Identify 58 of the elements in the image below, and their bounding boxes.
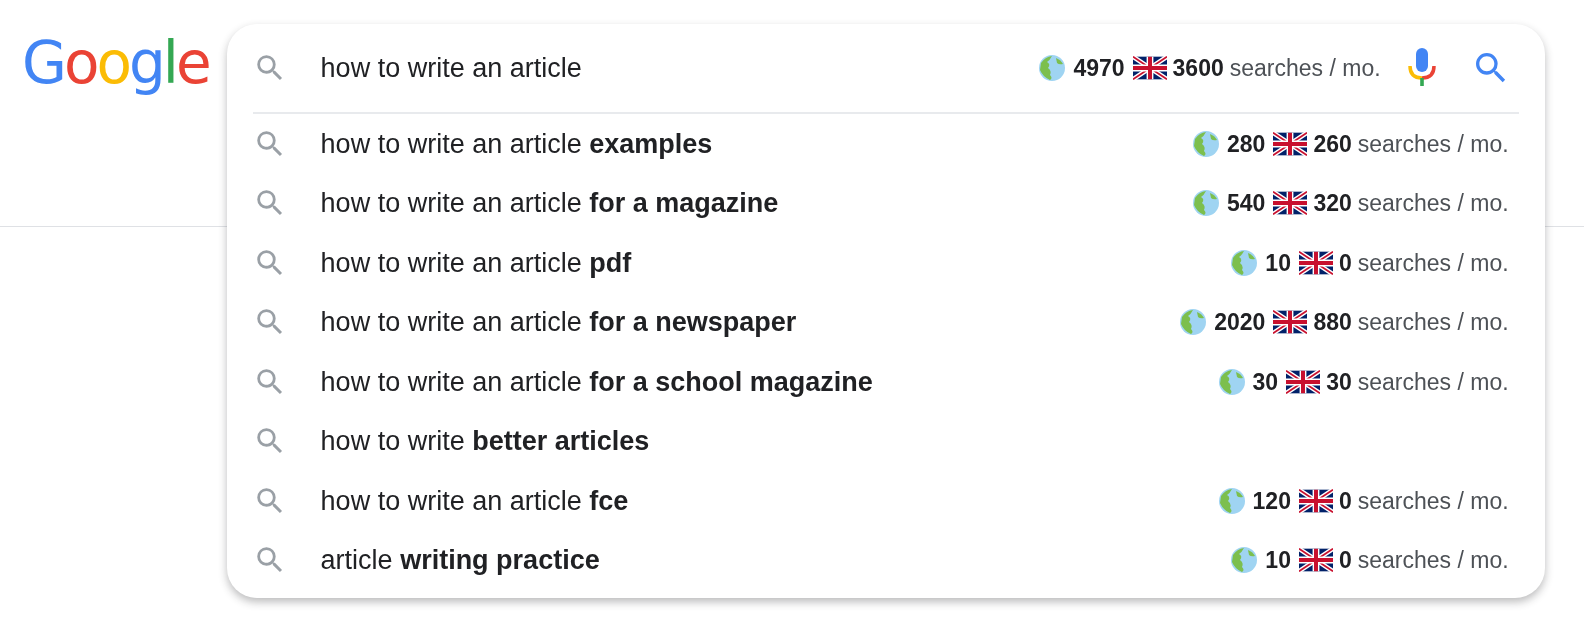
suggestion-item[interactable]: how to write an article for a magazine 540 320 searches / mo. xyxy=(252,173,1519,233)
uk-flag-icon xyxy=(1273,191,1308,216)
uk-search-count: 30 xyxy=(1326,367,1352,397)
global-search-count: 280 xyxy=(1227,129,1266,159)
suggestion-item[interactable]: how to write an article fce 120 0 searches / mo. xyxy=(252,471,1519,531)
suggestion-text: how to write an article for a newspaper xyxy=(320,306,798,339)
suggestion-text: how to write an article fce xyxy=(320,484,630,518)
global-search-count: 540 xyxy=(1227,189,1266,218)
uk-flag-icon xyxy=(1298,548,1333,573)
suggestion-text: article writing practice xyxy=(320,544,601,577)
searches-unit-label: searches / mo. xyxy=(1229,53,1381,83)
globe-icon xyxy=(1218,368,1245,395)
global-search-count: 120 xyxy=(1252,486,1291,516)
searches-unit-label: searches / mo. xyxy=(1357,248,1509,278)
globe-icon xyxy=(1231,249,1258,276)
suggestion-text: how to write an article for a magazine xyxy=(320,187,780,220)
uk-flag-icon xyxy=(1273,131,1308,156)
suggestion-item[interactable]: how to write an article examples 280 260 searches / mo. xyxy=(252,114,1519,174)
uk-search-count: 320 xyxy=(1313,189,1352,218)
global-search-count: 10 xyxy=(1265,546,1291,575)
searches-unit-label: searches / mo. xyxy=(1357,189,1509,218)
suggestion-item[interactable]: how to write better articles xyxy=(252,411,1519,471)
searches-unit-label: searches / mo. xyxy=(1357,546,1509,575)
uk-flag-icon xyxy=(1298,250,1333,275)
globe-icon xyxy=(1180,309,1207,336)
global-search-count: 10 xyxy=(1265,248,1291,278)
suggestion-text: how to write an article examples xyxy=(320,127,714,161)
suggestion-item[interactable]: how to write an article pdf 10 0 searches / mo. xyxy=(252,233,1519,293)
uk-flag-icon xyxy=(1286,369,1321,394)
searches-unit-label: searches / mo. xyxy=(1357,129,1509,159)
uk-flag-icon xyxy=(1298,488,1333,513)
suggestion-text: how to write better articles xyxy=(320,425,651,458)
uk-search-count: 0 xyxy=(1338,546,1352,575)
suggestion-text: how to write an article for a school magazine xyxy=(320,365,874,399)
uk-search-count: 0 xyxy=(1338,486,1352,516)
global-search-count: 2020 xyxy=(1214,308,1266,337)
globe-icon xyxy=(1231,547,1258,574)
suggestion-text: how to write an article pdf xyxy=(320,246,633,280)
uk-search-count: 260 xyxy=(1313,129,1352,159)
globe-icon xyxy=(1193,190,1219,217)
suggestion-item[interactable]: article writing practice 10 0 searches / mo. xyxy=(252,530,1519,590)
globe-icon xyxy=(1218,487,1245,514)
globe-icon xyxy=(1039,55,1066,81)
globe-icon xyxy=(1193,130,1219,157)
search-input[interactable]: how to write an article xyxy=(320,47,1040,89)
uk-flag-icon xyxy=(1273,310,1308,335)
uk-search-count: 0 xyxy=(1338,248,1352,278)
suggestion-item[interactable]: how to write an article for a school magazine 30 30 searches / mo. xyxy=(252,352,1519,412)
searches-unit-label: searches / mo. xyxy=(1357,308,1509,337)
uk-search-count: 3600 xyxy=(1172,53,1224,83)
global-search-count: 4970 xyxy=(1073,53,1125,83)
global-search-count: 30 xyxy=(1252,367,1279,397)
searches-unit-label: searches / mo. xyxy=(1357,367,1509,397)
microphone-icon[interactable] xyxy=(1406,48,1437,88)
uk-search-count: 880 xyxy=(1313,308,1352,337)
uk-flag-icon xyxy=(1132,56,1167,80)
searches-unit-label: searches / mo. xyxy=(1357,486,1509,516)
suggestion-item[interactable]: how to write an article for a newspaper 2020 880 searches / mo. xyxy=(252,292,1519,352)
